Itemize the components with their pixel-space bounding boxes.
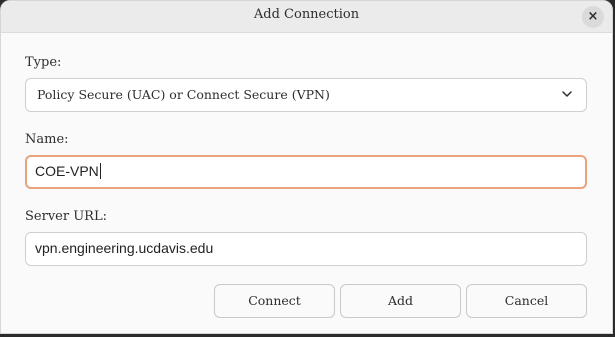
server-url-label: Server URL: <box>25 209 107 224</box>
name-label: Name: <box>25 132 69 147</box>
name-input[interactable]: COE-VPN <box>25 155 587 189</box>
cancel-button[interactable]: Cancel <box>466 284 587 318</box>
add-button[interactable]: Add <box>340 284 461 318</box>
close-button[interactable]: × <box>582 6 604 28</box>
type-selected-value: Policy Secure (UAC) or Connect Secure (V… <box>37 87 330 102</box>
add-connection-dialog: Add Connection × Type: Policy Secure (UA… <box>0 0 613 334</box>
server-url-input[interactable]: vpn.engineering.ucdavis.edu <box>25 232 587 266</box>
titlebar: Add Connection × <box>1 1 612 33</box>
chevron-down-icon <box>562 91 572 97</box>
type-label: Type: <box>25 55 62 70</box>
name-input-value: COE-VPN <box>35 163 101 179</box>
name-input-text: COE-VPN <box>35 163 99 179</box>
text-caret <box>99 163 101 179</box>
type-select[interactable]: Policy Secure (UAC) or Connect Secure (V… <box>25 78 587 112</box>
dialog-title: Add Connection <box>253 7 360 22</box>
server-url-value: vpn.engineering.ucdavis.edu <box>35 240 214 256</box>
close-icon: × <box>587 9 599 24</box>
connect-button[interactable]: Connect <box>214 284 335 318</box>
